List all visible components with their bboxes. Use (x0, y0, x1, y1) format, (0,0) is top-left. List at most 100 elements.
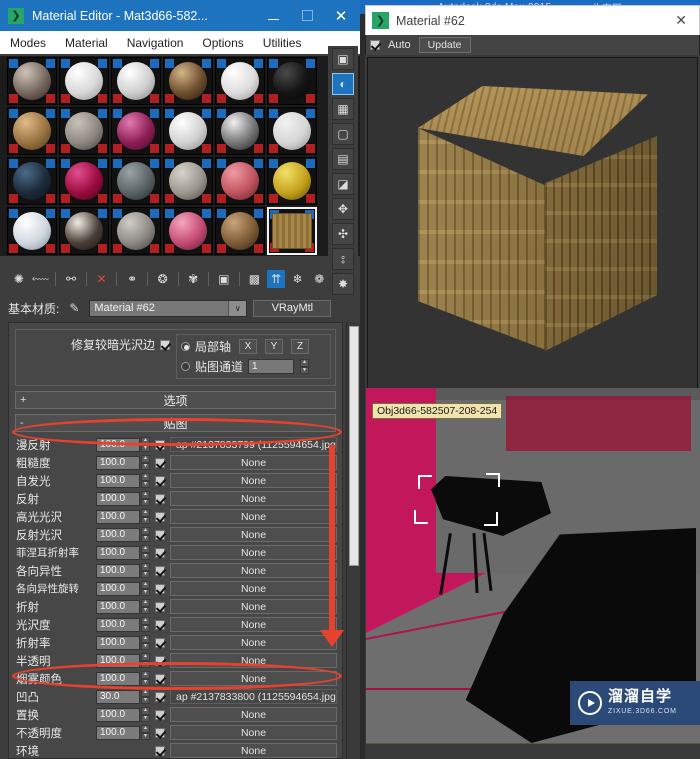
update-button[interactable]: Update (418, 37, 471, 53)
map-amount-input[interactable]: 100.0 (96, 581, 140, 596)
map-enable-checkbox[interactable] (155, 511, 165, 522)
material-slot[interactable] (267, 207, 317, 255)
map-amount-spinner[interactable]: ▲ ▼ (141, 599, 150, 614)
map-amount-input[interactable]: 100.0 (96, 617, 140, 632)
close-icon[interactable]: ✕ (324, 0, 358, 31)
delete-material-icon[interactable]: ✕ (93, 270, 111, 288)
go-to-parent-icon[interactable]: ▩ (246, 270, 264, 288)
material-slot[interactable] (163, 57, 213, 105)
map-enable-checkbox[interactable] (155, 727, 165, 738)
map-amount-input[interactable]: 100.0 (96, 455, 140, 470)
material-slot[interactable] (59, 157, 109, 205)
map-slot-button[interactable]: None (170, 653, 337, 668)
background-checker-icon[interactable]: ▦ (332, 98, 354, 120)
map-amount-input[interactable]: 100.0 (96, 725, 140, 740)
maximize-icon[interactable] (290, 0, 324, 31)
material-slot[interactable] (7, 157, 57, 205)
map-slot-button[interactable]: None (170, 635, 337, 650)
map-slot-button[interactable]: None (170, 509, 337, 524)
video-color-check-icon[interactable]: ▤ (332, 148, 354, 170)
map-amount-input[interactable]: 100.0 (96, 437, 140, 452)
material-slot[interactable] (111, 207, 161, 255)
map-amount-spinner[interactable]: ▲ ▼ (141, 563, 150, 578)
map-enable-checkbox[interactable] (155, 547, 165, 558)
pick-material-icon[interactable]: ❄ (289, 270, 307, 288)
map-amount-input[interactable]: 100.0 (96, 635, 140, 650)
map-enable-checkbox[interactable] (155, 709, 165, 720)
map-amount-input[interactable]: 100.0 (96, 473, 140, 488)
map-slot-button[interactable]: None (170, 527, 337, 542)
map-amount-spinner[interactable]: ▲ ▼ (141, 653, 150, 668)
material-slot[interactable] (7, 107, 57, 155)
map-amount-input[interactable]: 100.0 (96, 707, 140, 722)
assign-material-icon[interactable]: ⬳ (32, 270, 50, 288)
rollout-options-toggle[interactable]: + (20, 394, 26, 406)
material-slot[interactable] (215, 57, 265, 105)
show-shaded-map-icon[interactable]: ✾ (184, 270, 202, 288)
material-effects-id-icon[interactable]: ❂ (154, 270, 172, 288)
local-axis-radio[interactable] (181, 342, 190, 351)
map-slot-button[interactable]: None (170, 725, 337, 740)
axis-z-button[interactable]: Z (291, 339, 310, 354)
menu-material[interactable]: Material (65, 36, 108, 50)
show-end-result-toggle-icon[interactable]: ▣ (215, 270, 233, 288)
map-amount-spinner[interactable]: ▲ ▼ (141, 509, 150, 524)
map-slot-button[interactable]: None (170, 743, 337, 758)
material-slot[interactable] (59, 207, 109, 255)
material-slot[interactable] (111, 107, 161, 155)
go-forward-sibling-icon[interactable]: ⇈ (267, 270, 285, 288)
map-slot-button[interactable]: None (170, 599, 337, 614)
menu-options[interactable]: Options (202, 36, 243, 50)
map-enable-checkbox[interactable] (155, 439, 165, 450)
material-slot[interactable] (7, 57, 57, 105)
map-enable-checkbox[interactable] (155, 565, 165, 576)
material-slot[interactable] (111, 57, 161, 105)
close-icon[interactable]: ✕ (669, 12, 693, 29)
chevron-down-icon[interactable]: ∨ (228, 300, 247, 316)
params-scrollbar-thumb[interactable] (349, 326, 359, 566)
map-enable-checkbox[interactable] (155, 475, 165, 486)
material-id-channel-icon[interactable]: ⦂ (332, 248, 354, 270)
axis-x-button[interactable]: X (239, 339, 258, 354)
map-slot-button[interactable]: None (170, 455, 337, 470)
map-enable-checkbox[interactable] (155, 637, 165, 648)
material-slot[interactable] (215, 157, 265, 205)
material-slot[interactable] (7, 207, 57, 255)
map-slot-button[interactable]: None (170, 581, 337, 596)
map-enable-checkbox[interactable] (155, 493, 165, 504)
material-slot[interactable] (111, 157, 161, 205)
backlight-icon[interactable]: ◐ (332, 73, 354, 95)
material-slot[interactable] (59, 57, 109, 105)
map-amount-input[interactable]: 100.0 (96, 563, 140, 578)
rollout-maps-toggle[interactable]: - (20, 417, 24, 429)
map-slot-button[interactable]: None (170, 671, 337, 686)
map-amount-spinner[interactable]: ▲ ▼ (141, 473, 150, 488)
material-type-button[interactable]: VRayMtl (253, 299, 332, 317)
material-map-navigator-icon[interactable]: ❁ (310, 270, 328, 288)
map-enable-checkbox[interactable] (155, 655, 165, 666)
map-enable-checkbox[interactable] (155, 619, 165, 630)
map-amount-spinner[interactable]: ▲ ▼ (141, 527, 150, 542)
material-name-dropdown[interactable]: Material #62 ∨ (89, 299, 248, 317)
map-amount-spinner[interactable]: ▲ ▼ (141, 491, 150, 506)
map-amount-input[interactable]: 30.0 (96, 689, 140, 704)
map-amount-input[interactable]: 100.0 (96, 545, 140, 560)
menu-modes[interactable]: Modes (10, 36, 46, 50)
show-end-result-icon[interactable]: ✸ (332, 273, 354, 295)
material-slot[interactable] (163, 107, 213, 155)
map-enable-checkbox[interactable] (155, 529, 165, 540)
map-amount-input[interactable]: 100.0 (96, 509, 140, 524)
map-amount-spinner[interactable]: ▲ ▼ (141, 635, 150, 650)
map-channel-radio[interactable] (181, 362, 190, 371)
select-by-material-icon[interactable]: ✣ (332, 223, 354, 245)
map-enable-checkbox[interactable] (155, 583, 165, 594)
map-amount-input[interactable]: 100.0 (96, 491, 140, 506)
scene-viewport[interactable]: Obj3d66-582507-208-254 溜溜自学 ZIXUE.3D66.C… (366, 388, 700, 759)
sample-type-cube-icon[interactable]: ▣ (332, 48, 354, 70)
get-material-icon[interactable]: ✺ (10, 270, 28, 288)
reset-map-icon[interactable]: ⚯ (62, 270, 80, 288)
map-slot-button[interactable]: None (170, 473, 337, 488)
rollout-options[interactable]: + 选项 (15, 391, 336, 409)
map-amount-spinner[interactable]: ▲ ▼ (141, 689, 150, 704)
map-amount-spinner[interactable]: ▲ ▼ (141, 617, 150, 632)
